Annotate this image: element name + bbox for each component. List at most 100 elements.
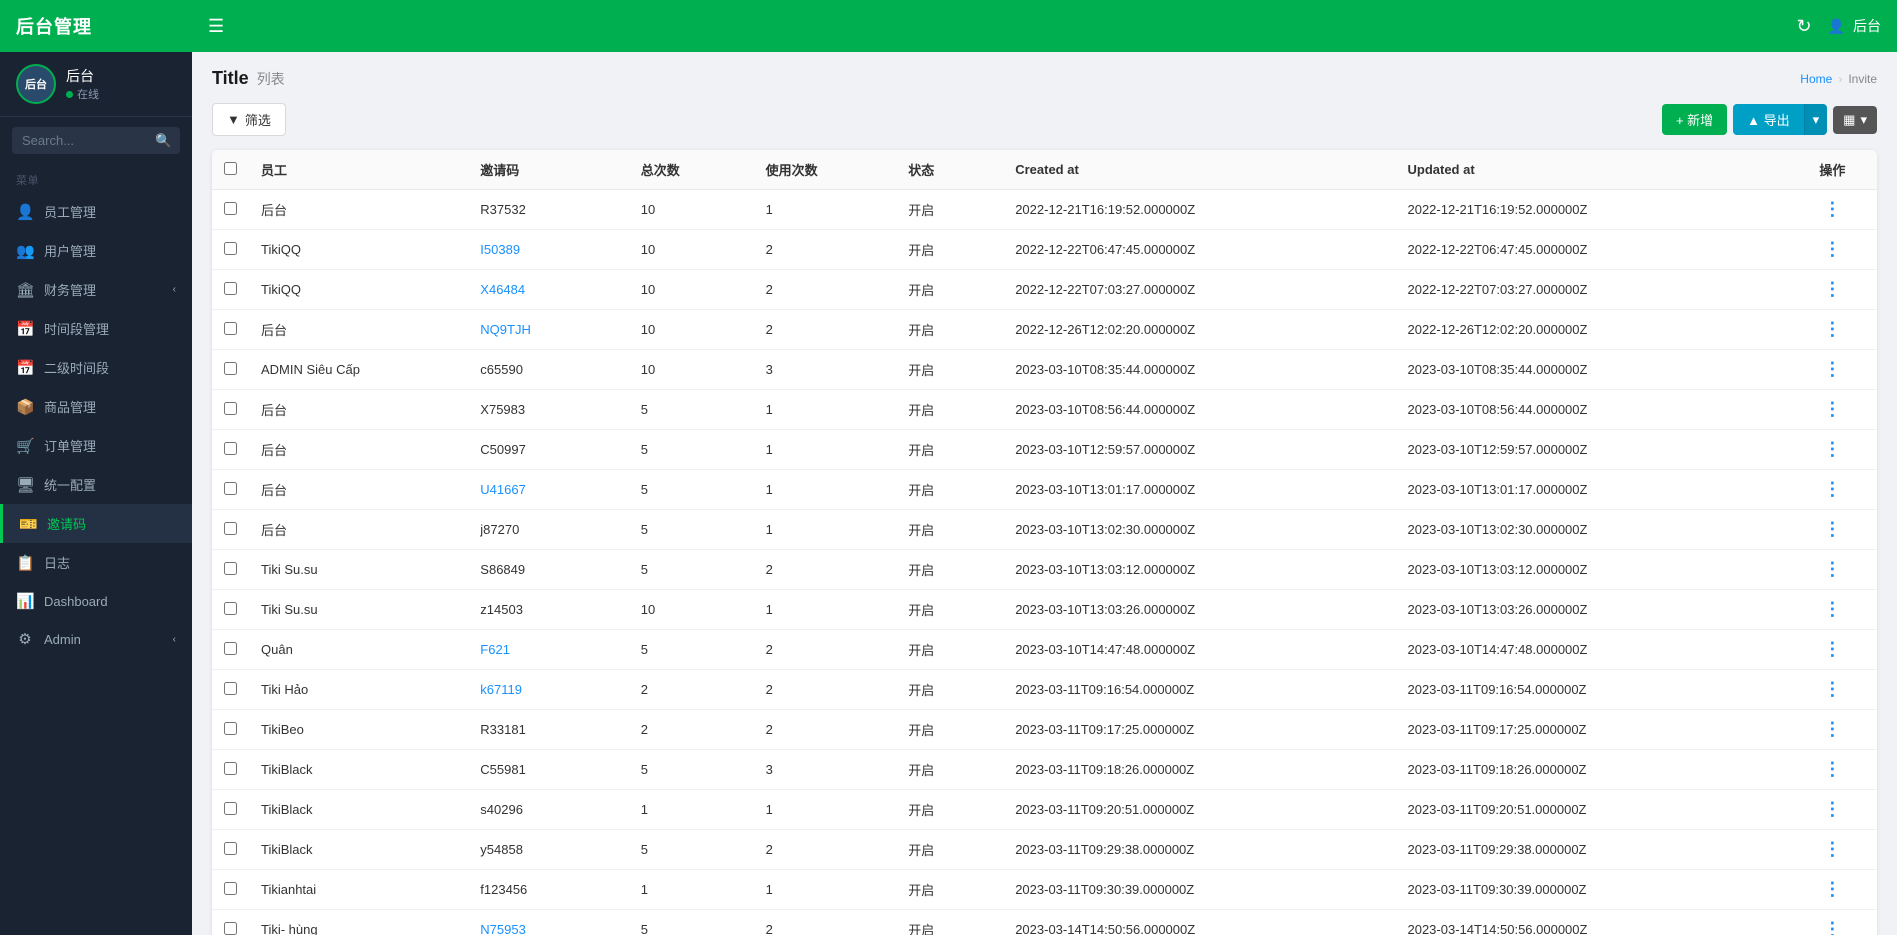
row-action-7[interactable]: ⋮ — [1788, 470, 1877, 510]
row-checkbox-12[interactable] — [224, 682, 237, 695]
row-updated-11: 2023-03-10T14:47:48.000000Z — [1395, 630, 1787, 670]
row-total-8: 5 — [629, 510, 754, 550]
row-action-17[interactable]: ⋮ — [1788, 870, 1877, 910]
row-action-10[interactable]: ⋮ — [1788, 590, 1877, 630]
export-button[interactable]: ▲ 导出 — [1733, 104, 1803, 135]
sidebar-item-dashboard[interactable]: 📊 Dashboard — [0, 582, 192, 620]
row-employee-6: 后台 — [249, 430, 468, 470]
row-invite-code-11[interactable]: F621 — [468, 630, 628, 670]
row-checkbox-6[interactable] — [224, 442, 237, 455]
row-checkbox-1[interactable] — [224, 242, 237, 255]
sidebar-item-finance[interactable]: 🏛 财务管理 ‹ — [0, 270, 192, 309]
top-bar-user[interactable]: 👤 后台 — [1828, 16, 1881, 36]
action-menu-7[interactable]: ⋮ — [1823, 479, 1841, 499]
sidebar-item-admin[interactable]: ⚙ Admin ‹ — [0, 620, 192, 658]
row-used-10: 1 — [754, 590, 897, 630]
action-menu-18[interactable]: ⋮ — [1823, 919, 1841, 935]
sidebar-item-users[interactable]: 👥 用户管理 — [0, 231, 192, 270]
row-checkbox-9[interactable] — [224, 562, 237, 575]
table-body: 后台 R37532 10 1 开启 2022-12-21T16:19:52.00… — [212, 190, 1877, 935]
row-checkbox-15[interactable] — [224, 802, 237, 815]
action-menu-13[interactable]: ⋮ — [1823, 719, 1841, 739]
action-menu-14[interactable]: ⋮ — [1823, 759, 1841, 779]
row-checkbox-10[interactable] — [224, 602, 237, 615]
sidebar-search[interactable]: 🔍 — [12, 127, 180, 154]
row-invite-code-3[interactable]: NQ9TJH — [468, 310, 628, 350]
row-checkbox-3[interactable] — [224, 322, 237, 335]
breadcrumb-home[interactable]: Home — [1800, 72, 1832, 86]
row-checkbox-7[interactable] — [224, 482, 237, 495]
action-menu-9[interactable]: ⋮ — [1823, 559, 1841, 579]
row-checkbox-13[interactable] — [224, 722, 237, 735]
row-checkbox-11[interactable] — [224, 642, 237, 655]
row-checkbox-8[interactable] — [224, 522, 237, 535]
action-menu-11[interactable]: ⋮ — [1823, 639, 1841, 659]
action-menu-2[interactable]: ⋮ — [1823, 279, 1841, 299]
row-checkbox-5[interactable] — [224, 402, 237, 415]
row-action-6[interactable]: ⋮ — [1788, 430, 1877, 470]
row-action-5[interactable]: ⋮ — [1788, 390, 1877, 430]
row-checkbox-17[interactable] — [224, 882, 237, 895]
action-menu-16[interactable]: ⋮ — [1823, 839, 1841, 859]
row-action-14[interactable]: ⋮ — [1788, 750, 1877, 790]
row-invite-code-18[interactable]: N75953 — [468, 910, 628, 935]
row-action-3[interactable]: ⋮ — [1788, 310, 1877, 350]
sidebar-item-timeslot[interactable]: 📅 时间段管理 — [0, 309, 192, 348]
select-all-checkbox[interactable] — [224, 162, 237, 175]
row-checkbox-2[interactable] — [224, 282, 237, 295]
action-menu-1[interactable]: ⋮ — [1823, 239, 1841, 259]
row-invite-code-12[interactable]: k67119 — [468, 670, 628, 710]
row-action-2[interactable]: ⋮ — [1788, 270, 1877, 310]
row-checkbox-18[interactable] — [224, 922, 237, 935]
row-action-9[interactable]: ⋮ — [1788, 550, 1877, 590]
sidebar-item-config[interactable]: 🖥 统一配置 — [0, 465, 192, 504]
row-action-8[interactable]: ⋮ — [1788, 510, 1877, 550]
sidebar-item-orders[interactable]: 🛒 订单管理 — [0, 426, 192, 465]
refresh-icon[interactable]: ↻ — [1796, 16, 1811, 37]
row-checkbox-0[interactable] — [224, 202, 237, 215]
row-action-4[interactable]: ⋮ — [1788, 350, 1877, 390]
action-menu-12[interactable]: ⋮ — [1823, 679, 1841, 699]
columns-button[interactable]: ▦ ▾ — [1833, 106, 1877, 134]
action-menu-3[interactable]: ⋮ — [1823, 319, 1841, 339]
row-action-1[interactable]: ⋮ — [1788, 230, 1877, 270]
row-action-18[interactable]: ⋮ — [1788, 910, 1877, 935]
filter-button[interactable]: ▼ 筛选 — [212, 103, 286, 136]
action-menu-5[interactable]: ⋮ — [1823, 399, 1841, 419]
finance-arrow: ‹ — [173, 284, 176, 295]
sidebar-item-logs[interactable]: 📋 日志 — [0, 543, 192, 582]
row-invite-code-7[interactable]: U41667 — [468, 470, 628, 510]
row-invite-code-1[interactable]: I50389 — [468, 230, 628, 270]
row-updated-3: 2022-12-26T12:02:20.000000Z — [1395, 310, 1787, 350]
breadcrumb-separator: › — [1838, 72, 1842, 86]
row-action-0[interactable]: ⋮ — [1788, 190, 1877, 230]
sidebar-item-products[interactable]: 📦 商品管理 — [0, 387, 192, 426]
row-checkbox-4[interactable] — [224, 362, 237, 375]
row-checkbox-14[interactable] — [224, 762, 237, 775]
row-updated-0: 2022-12-21T16:19:52.000000Z — [1395, 190, 1787, 230]
new-button[interactable]: + 新增 — [1662, 104, 1727, 135]
row-invite-code-2[interactable]: X46484 — [468, 270, 628, 310]
action-menu-4[interactable]: ⋮ — [1823, 359, 1841, 379]
action-menu-6[interactable]: ⋮ — [1823, 439, 1841, 459]
row-action-15[interactable]: ⋮ — [1788, 790, 1877, 830]
sidebar-item-invite[interactable]: 🎫 邀请码 — [0, 504, 192, 543]
action-menu-15[interactable]: ⋮ — [1823, 799, 1841, 819]
row-action-12[interactable]: ⋮ — [1788, 670, 1877, 710]
row-created-4: 2023-03-10T08:35:44.000000Z — [1003, 350, 1395, 390]
search-icon-button[interactable]: 🔍 — [155, 133, 172, 149]
row-checkbox-16[interactable] — [224, 842, 237, 855]
sidebar-item-timeslot2[interactable]: 📅 二级时间段 — [0, 348, 192, 387]
row-action-13[interactable]: ⋮ — [1788, 710, 1877, 750]
hamburger-menu[interactable]: ☰ — [208, 16, 224, 37]
row-total-3: 10 — [629, 310, 754, 350]
row-action-11[interactable]: ⋮ — [1788, 630, 1877, 670]
sidebar-item-employees[interactable]: 👤 员工管理 — [0, 192, 192, 231]
row-action-16[interactable]: ⋮ — [1788, 830, 1877, 870]
action-menu-0[interactable]: ⋮ — [1823, 199, 1841, 219]
action-menu-17[interactable]: ⋮ — [1823, 879, 1841, 899]
action-menu-8[interactable]: ⋮ — [1823, 519, 1841, 539]
action-menu-10[interactable]: ⋮ — [1823, 599, 1841, 619]
export-dropdown-button[interactable]: ▾ — [1804, 104, 1828, 135]
profile-status: 在线 — [66, 86, 99, 102]
